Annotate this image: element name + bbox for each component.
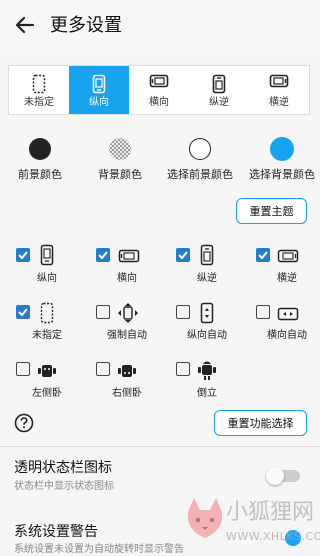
foreground-color-label: 前景颜色 — [18, 168, 62, 181]
transparent-statusbar-title: 透明状态栏图标 — [14, 460, 112, 476]
check-icon — [18, 251, 28, 260]
orientation-option-reverse-landscape[interactable]: 横逆 — [249, 66, 309, 114]
orientation-option-label: 纵向 — [89, 97, 109, 108]
landscape-phone-icon — [118, 249, 140, 263]
system-warning-title: 系统设置警告 — [14, 524, 98, 540]
foreground-color-swatch[interactable] — [29, 138, 51, 160]
function-label: 左侧卧 — [32, 388, 62, 399]
function-label: 强制自动 — [107, 330, 147, 341]
transparent-statusbar-subtitle: 状态栏中显示状态图标 — [14, 481, 114, 492]
function-label: 倒立 — [197, 388, 217, 399]
background-color-label: 背景颜色 — [98, 168, 142, 181]
function-label: 未指定 — [32, 330, 62, 341]
question-circle-icon[interactable] — [14, 413, 34, 433]
orientation-option-label: 横逆 — [269, 97, 289, 108]
robot-upside-down-icon — [198, 361, 216, 380]
checkbox-lie-left[interactable] — [16, 362, 30, 376]
orientation-option-unspecified[interactable]: 未指定 — [9, 66, 69, 114]
select-background-color-swatch[interactable] — [270, 137, 294, 161]
checkbox-reverse-landscape[interactable] — [256, 248, 270, 262]
check-icon — [178, 251, 188, 260]
select-foreground-color-label: 选择前景颜色 — [167, 168, 233, 181]
checkbox-force-auto[interactable] — [96, 305, 110, 319]
watermark-url: WWW.XHLKS.COM — [226, 530, 320, 543]
dashed-phone-icon — [40, 302, 54, 324]
checkbox-unspecified[interactable] — [16, 305, 30, 319]
checkbox-landscape-auto[interactable] — [256, 305, 270, 319]
toggle-knob — [266, 467, 284, 485]
background-color-swatch[interactable] — [108, 137, 132, 161]
divider — [0, 446, 320, 447]
app-bar — [0, 0, 320, 52]
orientation-option-landscape[interactable]: 横向 — [129, 66, 189, 114]
function-label: 纵逆 — [197, 273, 217, 284]
select-foreground-color-swatch[interactable] — [189, 138, 211, 160]
watermark-text: 小狐狸网 — [226, 500, 315, 525]
function-label: 纵向自动 — [187, 330, 227, 341]
portrait-phone-icon — [40, 244, 54, 266]
orientation-option-label: 横向 — [149, 97, 169, 108]
reverse-landscape-phone-icon — [277, 249, 299, 263]
reset-functions-button[interactable]: 重置功能选择 — [214, 410, 307, 436]
select-background-color-label: 选择背景颜色 — [249, 168, 315, 181]
reverse-portrait-phone-icon — [212, 74, 226, 94]
checkbox-upside-down[interactable] — [176, 362, 190, 376]
checkbox-lie-right[interactable] — [96, 362, 110, 376]
orientation-option-reverse-portrait[interactable]: 纵逆 — [189, 66, 249, 114]
reverse-portrait-phone-icon — [200, 244, 214, 266]
orientation-option-label: 纵逆 — [209, 97, 229, 108]
check-icon — [258, 251, 268, 260]
orientation-selector: 未指定 纵向 横向 纵逆 横逆 — [8, 65, 310, 115]
checkbox-reverse-portrait[interactable] — [176, 248, 190, 262]
function-label: 横逆 — [277, 273, 297, 284]
function-label: 横向 — [117, 273, 137, 284]
function-label: 横向自动 — [267, 330, 307, 341]
function-label: 纵向 — [37, 273, 57, 284]
checkbox-portrait-auto[interactable] — [176, 305, 190, 319]
portrait-auto-icon — [200, 302, 214, 324]
robot-right-icon — [118, 365, 136, 377]
check-icon — [18, 308, 28, 317]
check-icon — [98, 251, 108, 260]
checkbox-portrait[interactable] — [16, 248, 30, 262]
robot-left-icon — [38, 365, 56, 377]
portrait-phone-icon — [92, 74, 106, 94]
dashed-phone-icon — [32, 74, 46, 94]
orientation-option-label: 未指定 — [24, 97, 54, 108]
landscape-auto-icon — [277, 307, 299, 321]
orientation-option-portrait[interactable]: 纵向 — [69, 66, 129, 114]
landscape-phone-icon — [149, 74, 169, 88]
function-label: 右侧卧 — [112, 388, 142, 399]
reverse-landscape-phone-icon — [269, 74, 289, 88]
back-arrow-icon[interactable] — [14, 14, 36, 36]
reset-theme-button[interactable]: 重置主题 — [236, 198, 307, 224]
checkbox-landscape[interactable] — [96, 248, 110, 262]
rotate-arrows-icon — [118, 303, 138, 323]
page-title: 更多设置 — [50, 15, 122, 36]
